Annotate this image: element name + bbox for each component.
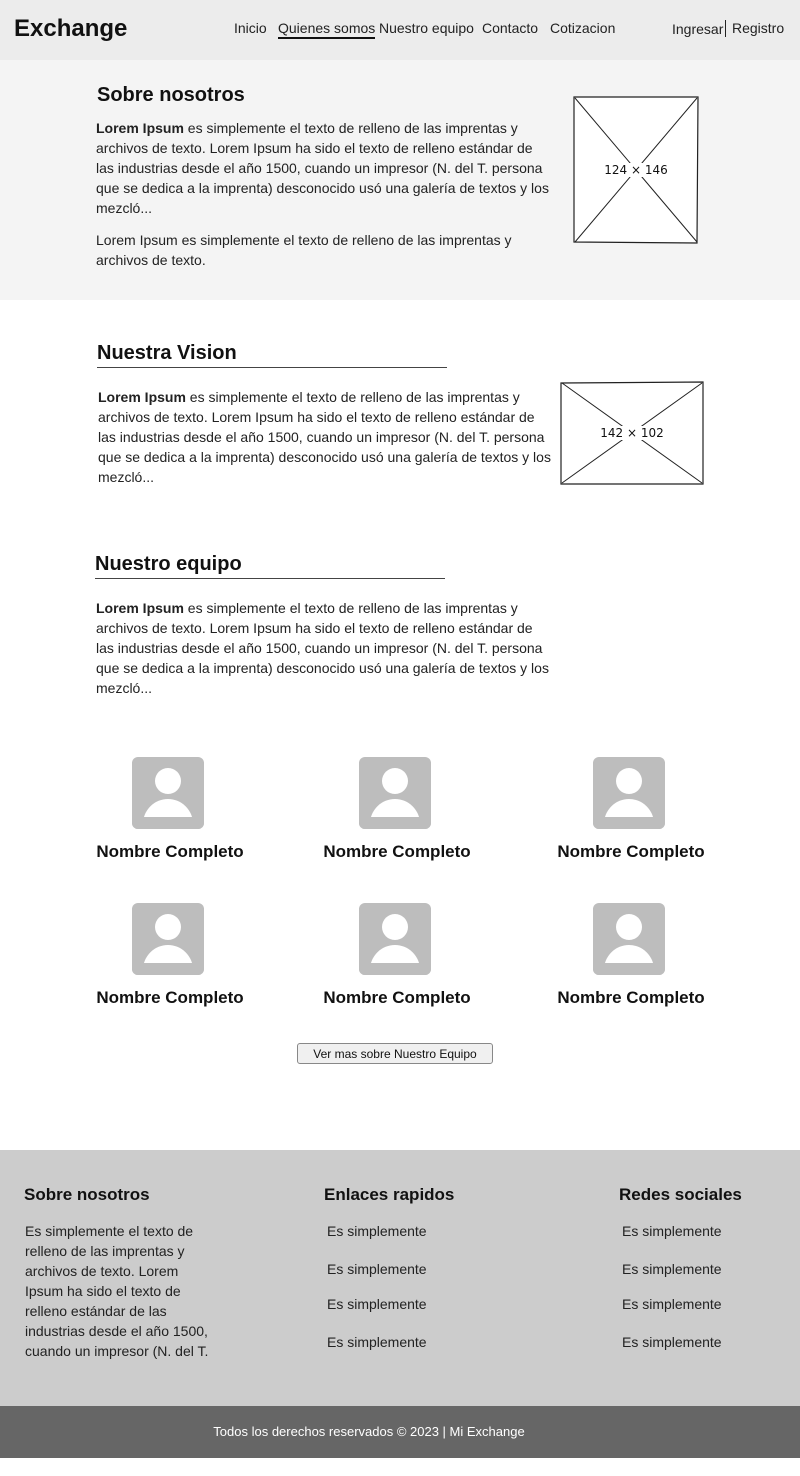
nav-contacto[interactable]: Contacto [482,20,538,36]
about-image-label: 124 × 146 [602,163,670,177]
team-title-underline [95,578,445,579]
member-name: Nombre Completo [96,842,244,861]
member-name: Nombre Completo [323,988,471,1007]
view-more-team-button[interactable]: Ver mas sobre Nuestro Equipo [297,1043,493,1064]
about-title: Sobre nosotros [97,84,245,106]
vision-paragraph: Lorem Ipsum es simplemente el texto de r… [98,387,553,487]
header: Exchange Inicio Quienes somos Nuestro eq… [0,0,800,60]
auth-divider [725,20,726,37]
member-name: Nombre Completo [96,988,244,1007]
user-avatar-icon [359,903,431,975]
footer-social-link[interactable]: Es simplemente [622,1334,722,1350]
register-link[interactable]: Registro [732,20,784,36]
footer-link[interactable]: Es simplemente [327,1223,427,1239]
login-link[interactable]: Ingresar [672,21,723,37]
brand-logo[interactable]: Exchange [14,15,127,43]
team-para-bold: Lorem Ipsum [96,600,184,616]
nav-cotizacion[interactable]: Cotizacion [550,20,615,36]
footer-social-link[interactable]: Es simplemente [622,1296,722,1312]
footer-link[interactable]: Es simplemente [327,1334,427,1350]
nav-inicio[interactable]: Inicio [234,20,267,36]
user-avatar-icon [132,757,204,829]
footer-social-link[interactable]: Es simplemente [622,1261,722,1277]
user-avatar-icon [359,757,431,829]
footer-about-text: Es simplemente el texto de relleno de la… [25,1223,209,1359]
member-name: Nombre Completo [323,842,471,861]
footer: Sobre nosotros Es simplemente el texto d… [0,1150,800,1406]
footer-link[interactable]: Es simplemente [327,1261,427,1277]
member-name: Nombre Completo [557,842,705,861]
vision-para-bold: Lorem Ipsum [98,389,186,405]
about-image-placeholder: 124 × 146 [573,96,699,244]
footer-link[interactable]: Es simplemente [327,1296,427,1312]
vision-image-label: 142 × 102 [598,426,666,440]
footer-social-link[interactable]: Es simplemente [622,1223,722,1239]
vision-title-underline [97,367,447,368]
about-para-bold: Lorem Ipsum [96,120,184,136]
user-avatar-icon [593,903,665,975]
copyright-text: Todos los derechos reservados © 2023 | M… [213,1424,525,1439]
about-paragraph-2: Lorem Ipsum es simplemente el texto de r… [96,232,512,268]
vision-image-placeholder: 142 × 102 [560,381,704,485]
user-avatar-icon [593,757,665,829]
about-paragraph-1: Lorem Ipsum es simplemente el texto de r… [96,118,551,218]
nav-quienes-somos[interactable]: Quienes somos [278,20,376,39]
team-paragraph: Lorem Ipsum es simplemente el texto de r… [96,598,551,698]
user-avatar-icon [132,903,204,975]
member-name: Nombre Completo [557,988,705,1007]
team-title: Nuestro equipo [95,553,242,575]
footer-social-title: Redes sociales [619,1185,742,1204]
footer-about-title: Sobre nosotros [24,1185,150,1204]
nav-nuestro-equipo[interactable]: Nuestro equipo [379,20,474,36]
copyright-bar: Todos los derechos reservados © 2023 | M… [0,1406,800,1458]
vision-title: Nuestra Vision [97,342,237,364]
footer-links-title: Enlaces rapidos [324,1185,455,1204]
